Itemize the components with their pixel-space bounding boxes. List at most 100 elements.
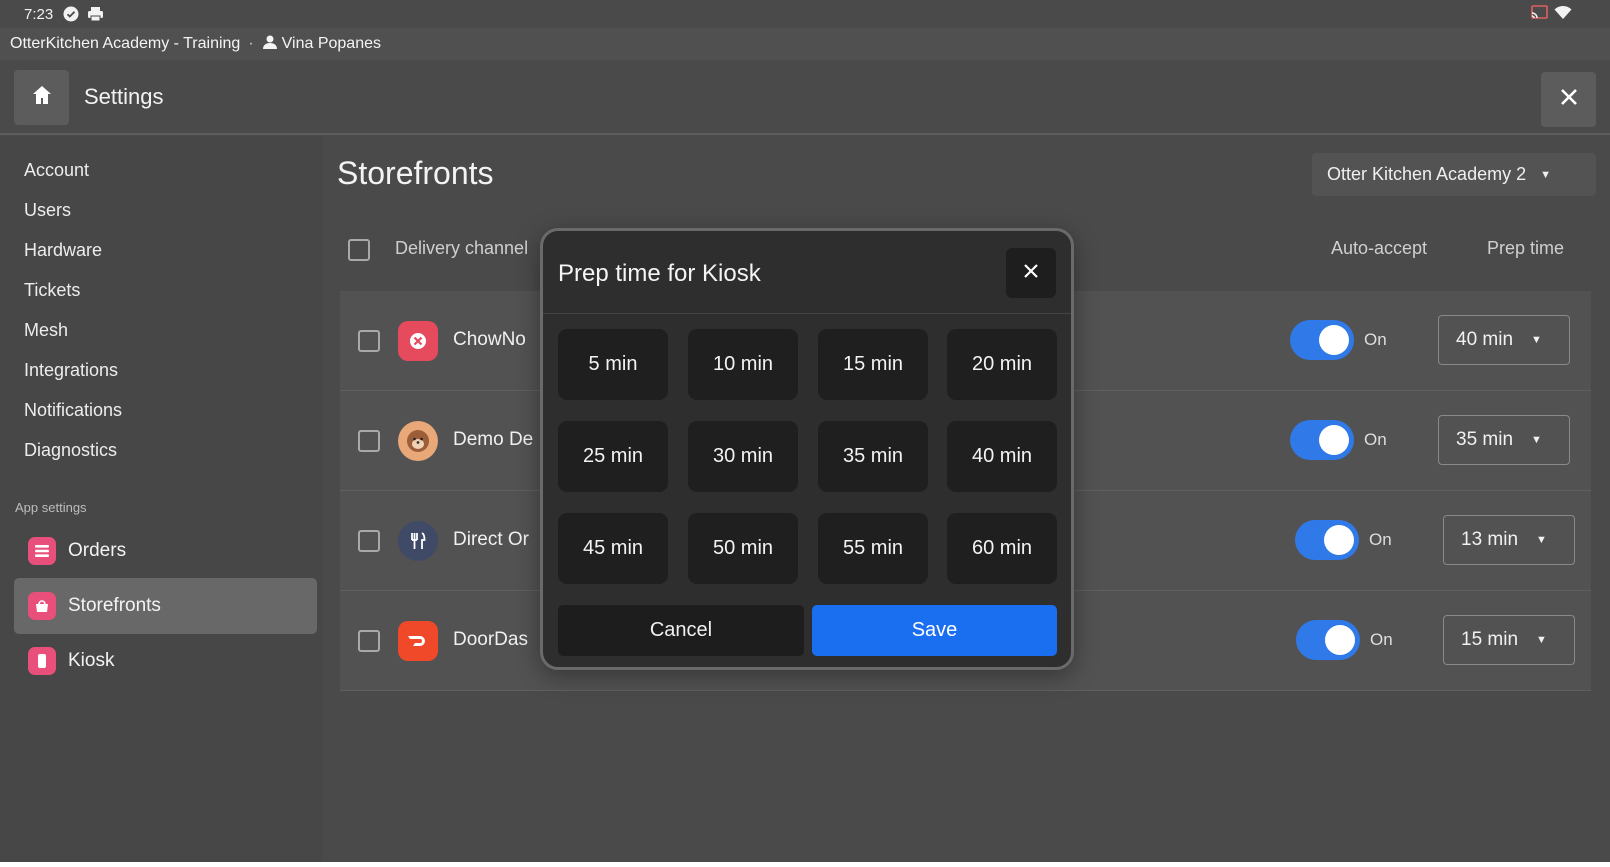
sidebar-item-mesh[interactable]: Mesh	[24, 320, 68, 341]
prep-option-35[interactable]: 35 min	[818, 421, 928, 492]
toggle-knob	[1324, 525, 1354, 555]
prep-time-dropdown[interactable]: 35 min ▼	[1438, 415, 1570, 465]
channel-name: Direct Or	[453, 529, 529, 550]
auto-accept-toggle[interactable]	[1295, 520, 1359, 560]
channel-name: Demo De	[453, 429, 534, 450]
auto-accept-status: On	[1369, 530, 1392, 549]
dialog-title: Prep time for Kiosk	[558, 260, 761, 287]
toggle-knob	[1319, 325, 1349, 355]
auto-accept-status: On	[1364, 430, 1387, 449]
prep-option-45[interactable]: 45 min	[558, 513, 668, 584]
prep-time-value: 13 min	[1461, 529, 1519, 550]
kiosk-icon	[28, 647, 56, 675]
sidebar-item-kiosk[interactable]: Kiosk	[14, 633, 317, 689]
caret-down-icon: ▼	[1536, 634, 1547, 646]
column-header-prep-time: Prep time	[1487, 238, 1565, 258]
storefront-icon	[28, 592, 56, 620]
printer-icon	[87, 6, 104, 22]
sidebar-item-storefronts[interactable]: Storefronts	[14, 578, 317, 634]
prep-option-20[interactable]: 20 min	[947, 329, 1057, 400]
close-settings-button[interactable]	[1541, 72, 1596, 127]
prep-time-dialog: Prep time for Kiosk 5 min 10 min 15 min …	[540, 228, 1074, 670]
sidebar-item-notifications[interactable]: Notifications	[24, 400, 122, 421]
prep-option-15[interactable]: 15 min	[818, 329, 928, 400]
current-user: Vina Popanes	[262, 34, 381, 55]
prep-time-value: 40 min	[1456, 329, 1514, 350]
sidebar-item-integrations[interactable]: Integrations	[24, 360, 118, 381]
row-checkbox[interactable]	[358, 330, 380, 352]
location-value: Otter Kitchen Academy 2	[1327, 164, 1527, 184]
row-checkbox[interactable]	[358, 430, 380, 452]
storefronts-title: Storefronts	[337, 155, 494, 191]
prep-time-value: 15 min	[1461, 629, 1519, 650]
channel-name: DoorDas	[453, 629, 528, 650]
sidebar-item-account[interactable]: Account	[24, 160, 89, 181]
separator: ·	[248, 35, 254, 52]
caret-down-icon: ▼	[1540, 168, 1551, 181]
auto-accept-status: On	[1370, 630, 1393, 649]
prep-time-dropdown[interactable]: 40 min ▼	[1438, 315, 1570, 365]
caret-down-icon: ▼	[1536, 534, 1547, 546]
settings-header: Settings	[0, 60, 1610, 135]
location-dropdown[interactable]: Otter Kitchen Academy 2 ▼	[1312, 153, 1596, 196]
prep-option-55[interactable]: 55 min	[818, 513, 928, 584]
home-button[interactable]	[14, 70, 69, 125]
fork-knife-icon	[398, 521, 438, 561]
auto-accept-toggle[interactable]	[1290, 420, 1354, 460]
sidebar-item-orders[interactable]: Orders	[14, 523, 317, 579]
prep-option-5[interactable]: 5 min	[558, 329, 668, 400]
system-tray	[1531, 5, 1572, 24]
check-circle-icon	[63, 6, 79, 22]
settings-screen: 7:23 OtterKitchen Academy - Training · V…	[0, 0, 1610, 862]
prep-option-50[interactable]: 50 min	[688, 513, 798, 584]
close-icon	[1023, 263, 1039, 284]
row-checkbox[interactable]	[358, 630, 380, 652]
row-checkbox[interactable]	[358, 530, 380, 552]
prep-time-dropdown[interactable]: 15 min ▼	[1443, 615, 1575, 665]
prep-option-10[interactable]: 10 min	[688, 329, 798, 400]
settings-sidebar: Account Users Hardware Tickets Mesh Inte…	[0, 136, 322, 862]
toggle-knob	[1325, 625, 1355, 655]
sidebar-item-diagnostics[interactable]: Diagnostics	[24, 440, 117, 461]
user-name: Vina Popanes	[281, 35, 381, 52]
chownow-icon	[398, 321, 438, 361]
prep-option-25[interactable]: 25 min	[558, 421, 668, 492]
home-icon	[31, 84, 53, 111]
auto-accept-toggle[interactable]	[1290, 320, 1354, 360]
sidebar-item-label: Storefronts	[68, 595, 161, 616]
sidebar-item-users[interactable]: Users	[24, 200, 71, 221]
wifi-icon	[1554, 5, 1572, 24]
page-title: Settings	[84, 84, 164, 109]
prep-time-dropdown[interactable]: 13 min ▼	[1443, 515, 1575, 565]
prep-option-60[interactable]: 60 min	[947, 513, 1057, 584]
auto-accept-toggle[interactable]	[1296, 620, 1360, 660]
close-icon	[1559, 87, 1579, 112]
clock: 7:23	[24, 5, 54, 23]
prep-option-30[interactable]: 30 min	[688, 421, 798, 492]
sidebar-item-label: Kiosk	[68, 650, 115, 671]
dialog-close-button[interactable]	[1006, 248, 1056, 298]
sidebar-item-tickets[interactable]: Tickets	[24, 280, 80, 301]
account-name: OtterKitchen Academy - Training	[10, 35, 241, 52]
caret-down-icon: ▼	[1531, 434, 1542, 446]
caret-down-icon: ▼	[1531, 334, 1542, 346]
column-header-channel: Delivery channel	[395, 238, 529, 258]
cast-icon	[1531, 5, 1548, 24]
sidebar-item-hardware[interactable]: Hardware	[24, 240, 102, 261]
training-bar: OtterKitchen Academy - Training · Vina P…	[0, 28, 1610, 60]
status-bar: 7:23	[0, 0, 1610, 28]
sidebar-item-label: Orders	[68, 540, 127, 561]
select-all-checkbox[interactable]	[348, 239, 370, 261]
app-settings-label: App settings	[15, 500, 87, 515]
prep-time-value: 35 min	[1456, 429, 1514, 450]
toggle-knob	[1319, 425, 1349, 455]
cancel-button[interactable]: Cancel	[558, 605, 804, 656]
divider	[543, 313, 1071, 314]
prep-option-40[interactable]: 40 min	[947, 421, 1057, 492]
channel-name: ChowNo	[453, 329, 526, 350]
orders-icon	[28, 537, 56, 565]
auto-accept-status: On	[1364, 330, 1387, 349]
save-button[interactable]: Save	[812, 605, 1057, 656]
doordash-icon	[398, 621, 438, 661]
column-header-auto-accept: Auto-accept	[1331, 238, 1428, 258]
